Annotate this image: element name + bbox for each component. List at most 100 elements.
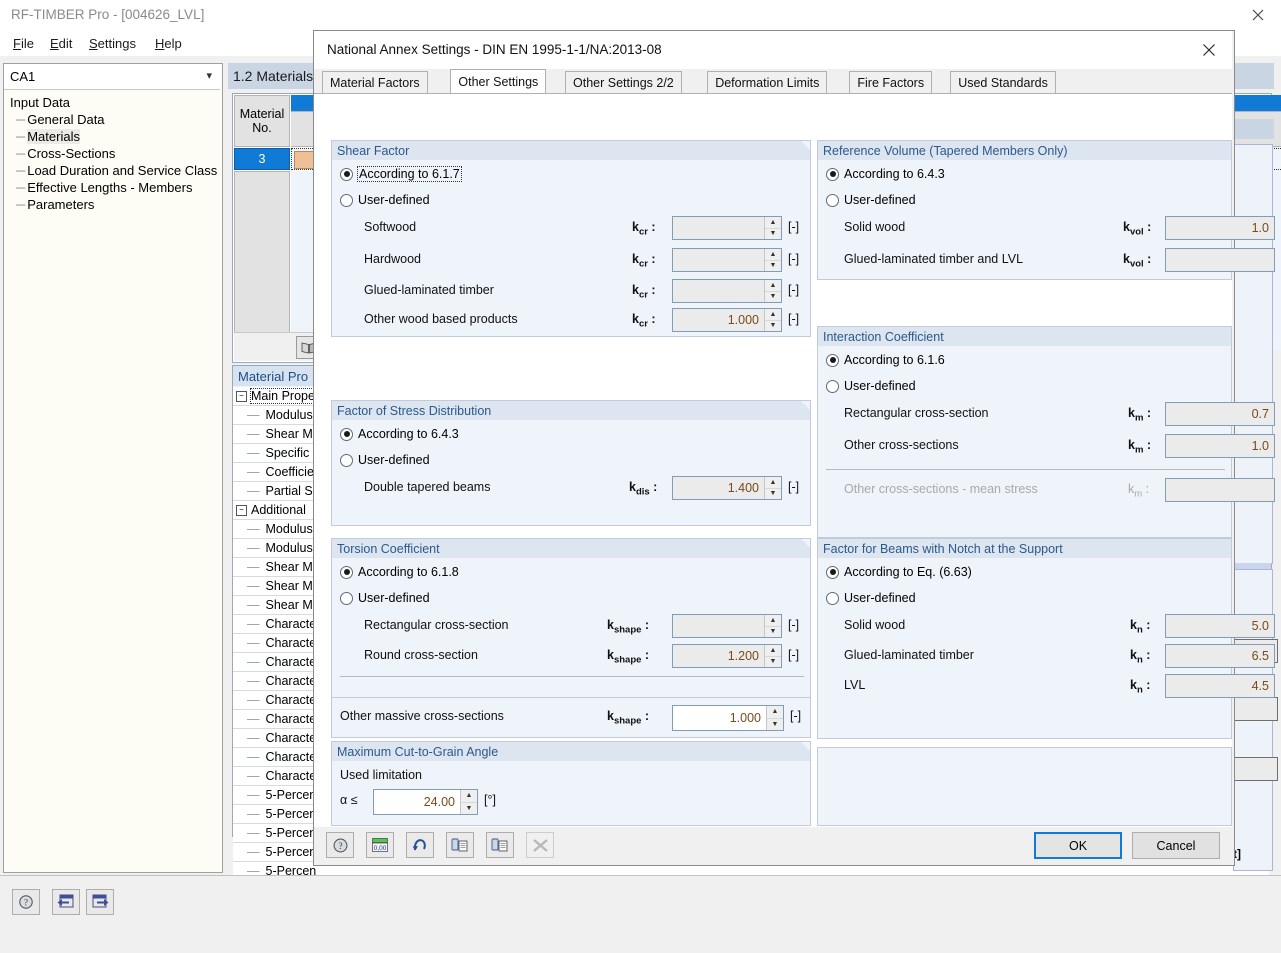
input-km-rect[interactable]: 0.7 bbox=[1165, 402, 1275, 426]
input-kvol-glulam[interactable] bbox=[1165, 248, 1275, 272]
spinner-down-icon[interactable]: ▼ bbox=[765, 321, 781, 332]
dialog-copy-to-button[interactable] bbox=[486, 832, 514, 858]
dialog-cancel-button[interactable]: Cancel bbox=[1132, 832, 1220, 859]
spinner-up-icon[interactable]: ▲ bbox=[765, 477, 781, 489]
spinner-buttons[interactable]: ▲ ▼ bbox=[764, 645, 781, 667]
spinner-up-icon[interactable]: ▲ bbox=[765, 645, 781, 657]
dialog-ok-button[interactable]: OK bbox=[1034, 832, 1122, 859]
collapse-expand-icon[interactable]: − bbox=[236, 390, 247, 402]
radio-torsion-standard[interactable]: According to 6.1.8 bbox=[340, 565, 459, 579]
input-kdis[interactable]: 1.400 ▲ ▼ bbox=[672, 476, 782, 500]
radio-stress-standard[interactable]: According to 6.4.3 bbox=[340, 427, 459, 441]
spinner-buttons[interactable]: ▲ ▼ bbox=[460, 790, 477, 814]
radio-refvol-userdefined[interactable]: User-defined bbox=[826, 193, 916, 207]
tab-other-settings-2-2[interactable]: Other Settings 2/2 bbox=[565, 71, 682, 93]
input-kn-lvl[interactable]: 4.5 bbox=[1165, 674, 1275, 698]
spinner-up-icon[interactable]: ▲ bbox=[767, 706, 783, 719]
input-kcr-glulam[interactable]: ▲ ▼ bbox=[672, 279, 782, 303]
property-label: 5-Percen bbox=[265, 845, 317, 859]
sidebar-item-general-data[interactable]: ─ General Data bbox=[4, 111, 220, 128]
spinner-down-icon[interactable]: ▼ bbox=[765, 292, 781, 303]
input-kn-solid[interactable]: 5.0 bbox=[1165, 614, 1275, 638]
input-kcr-softwood[interactable]: ▲ ▼ bbox=[672, 216, 782, 240]
radio-stress-userdefined[interactable]: User-defined bbox=[340, 453, 430, 467]
sidebar-item-parameters[interactable]: ─ Parameters bbox=[4, 196, 220, 213]
spinner-down-icon[interactable]: ▼ bbox=[765, 489, 781, 500]
spinner-down-icon[interactable]: ▼ bbox=[765, 627, 781, 638]
tab-fire-factors[interactable]: Fire Factors bbox=[849, 71, 933, 93]
spinner-up-icon[interactable]: ▲ bbox=[765, 280, 781, 292]
sidebar-item-materials[interactable]: ─ Materials bbox=[4, 128, 220, 145]
radio-interaction-userdefined[interactable]: User-defined bbox=[826, 379, 916, 393]
spinner-buttons[interactable]: ▲ ▼ bbox=[764, 249, 781, 271]
radio-refvol-standard[interactable]: According to 6.4.3 bbox=[826, 167, 945, 181]
radio-interaction-standard[interactable]: According to 6.1.6 bbox=[826, 353, 945, 367]
menu-settings[interactable]: Settings bbox=[84, 34, 141, 53]
radio-torsion-userdefined[interactable]: User-defined bbox=[340, 591, 430, 605]
input-alpha-limit[interactable]: 24.00 ▲ ▼ bbox=[373, 789, 478, 815]
sidebar-item-effective-lengths[interactable]: ─ Effective Lengths - Members bbox=[4, 179, 220, 196]
tab-material-factors[interactable]: Material Factors bbox=[322, 71, 428, 93]
design-case-combo[interactable]: CA1 ▾ bbox=[4, 64, 220, 90]
menu-help[interactable]: Help bbox=[150, 34, 187, 53]
table-row-number[interactable]: 3 bbox=[234, 148, 290, 170]
radio-shear-userdefined[interactable]: User-defined bbox=[340, 193, 430, 207]
radio-button-icon bbox=[826, 565, 839, 579]
input-kvol-solid[interactable]: 1.0 bbox=[1165, 216, 1275, 240]
radio-notch-userdefined[interactable]: User-defined bbox=[826, 591, 916, 605]
radio-shear-standard[interactable]: According to 6.1.7 bbox=[340, 166, 462, 182]
spinner-buttons[interactable]: ▲ ▼ bbox=[764, 217, 781, 239]
dialog-units-button[interactable]: 0,00 bbox=[366, 832, 394, 858]
tree-dash-icon: — bbox=[247, 408, 260, 422]
input-kcr-other[interactable]: 1.000 ▲ ▼ bbox=[672, 308, 782, 332]
input-kcr-hardwood[interactable]: ▲ ▼ bbox=[672, 248, 782, 272]
nav-root-input-data[interactable]: Input Data bbox=[4, 94, 220, 111]
spinner-up-icon[interactable]: ▲ bbox=[765, 217, 781, 229]
collapse-expand-icon[interactable]: − bbox=[236, 504, 247, 516]
dialog-undo-button[interactable] bbox=[406, 832, 434, 858]
tab-used-standards[interactable]: Used Standards bbox=[950, 71, 1056, 93]
spinner-up-icon[interactable]: ▲ bbox=[765, 615, 781, 627]
radio-button-icon bbox=[340, 565, 353, 579]
spinner-down-icon[interactable]: ▼ bbox=[461, 803, 477, 815]
panel-collapse-button[interactable] bbox=[52, 889, 80, 915]
spinner-up-icon[interactable]: ▲ bbox=[461, 790, 477, 803]
sidebar-item-load-duration[interactable]: ─ Load Duration and Service Class bbox=[4, 162, 220, 179]
tree-dash-icon: — bbox=[247, 655, 260, 669]
spinner-down-icon[interactable]: ▼ bbox=[765, 261, 781, 272]
spinner-down-icon[interactable]: ▼ bbox=[765, 229, 781, 240]
column-header-material-no[interactable]: Material No. bbox=[234, 95, 290, 147]
group-interaction-coefficient-title-text: Interaction Coefficient bbox=[823, 329, 944, 344]
input-kshape-round[interactable]: 1.200 ▲ ▼ bbox=[672, 644, 782, 668]
panel-expand-button[interactable] bbox=[86, 889, 114, 915]
spinner-down-icon[interactable]: ▼ bbox=[765, 657, 781, 668]
radio-button-icon bbox=[826, 379, 839, 393]
help-button[interactable]: ? bbox=[12, 889, 40, 915]
navigator-tree: Input Data ─ General Data ─ Materials ─ Cro… bbox=[4, 90, 220, 213]
dialog-close-button[interactable] bbox=[1186, 31, 1232, 69]
spinner-down-icon[interactable]: ▼ bbox=[767, 719, 783, 731]
radio-notch-standard[interactable]: According to Eq. (6.63) bbox=[826, 565, 972, 579]
menu-edit[interactable]: Edit bbox=[45, 34, 77, 53]
help-question-icon: ? bbox=[333, 838, 347, 852]
dialog-help-button[interactable]: ? bbox=[326, 832, 354, 858]
input-kshape-rect[interactable]: ▲ ▼ bbox=[672, 614, 782, 638]
sidebar-item-cross-sections[interactable]: ─ Cross-Sections bbox=[4, 145, 220, 162]
dialog-copy-from-button[interactable] bbox=[446, 832, 474, 858]
input-kn-glulam[interactable]: 6.5 bbox=[1165, 644, 1275, 668]
window-close-button[interactable] bbox=[1235, 0, 1281, 30]
input-kshape-other[interactable]: 1.000 ▲ ▼ bbox=[672, 705, 784, 731]
menu-file[interactable]: File bbox=[8, 34, 39, 53]
group-interaction-coefficient-title: Interaction Coefficient bbox=[818, 327, 1231, 346]
spinner-buttons[interactable]: ▲ ▼ bbox=[764, 615, 781, 637]
spinner-up-icon[interactable]: ▲ bbox=[765, 309, 781, 321]
input-km-other[interactable]: 1.0 bbox=[1165, 434, 1275, 458]
spinner-buttons[interactable]: ▲ ▼ bbox=[764, 477, 781, 499]
spinner-buttons[interactable]: ▲ ▼ bbox=[766, 706, 783, 730]
property-label: Modulus bbox=[265, 541, 313, 555]
tab-other-settings[interactable]: Other Settings bbox=[450, 69, 547, 93]
spinner-buttons[interactable]: ▲ ▼ bbox=[764, 309, 781, 331]
tab-deformation-limits[interactable]: Deformation Limits bbox=[707, 71, 828, 93]
spinner-up-icon[interactable]: ▲ bbox=[765, 249, 781, 261]
spinner-buttons[interactable]: ▲ ▼ bbox=[764, 280, 781, 302]
